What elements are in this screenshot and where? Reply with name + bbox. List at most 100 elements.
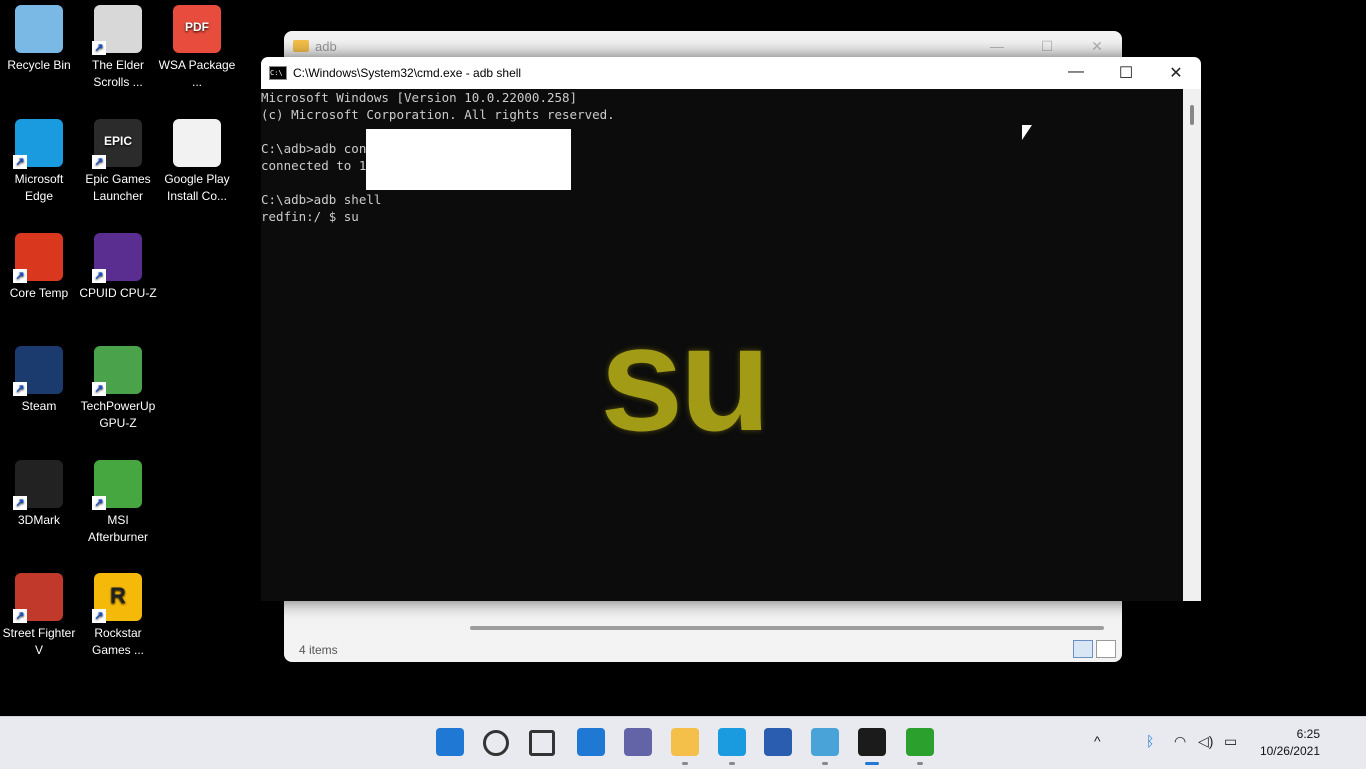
taskbar-notepad-icon[interactable] <box>811 728 839 756</box>
taskbar-edge-icon[interactable] <box>718 728 746 756</box>
core-temp-icon: ↗ <box>13 233 63 283</box>
bluetooth-icon[interactable]: ᛒ <box>1146 733 1154 749</box>
explorer-title: adb <box>315 38 337 54</box>
desktop-icon-epic-games-launcher[interactable]: EPIC ↗ Epic Games Launcher <box>79 119 157 205</box>
epic-games-launcher-icon: EPIC ↗ <box>92 119 142 169</box>
shortcut-arrow-icon: ↗ <box>13 496 27 510</box>
desktop-icon-label: Recycle Bin <box>7 58 71 72</box>
clock-date: 10/26/2021 <box>1259 744 1320 758</box>
taskbar-task-view-icon[interactable] <box>529 730 555 756</box>
elder-scrolls-icon: ↗ <box>92 5 142 55</box>
shortcut-arrow-icon: ↗ <box>92 41 106 55</box>
desktop-icon-label: TechPowerUp GPU-Z <box>80 399 156 430</box>
taskbar-terminal-icon[interactable] <box>858 728 886 756</box>
shortcut-arrow-icon: ↗ <box>92 382 106 396</box>
shortcut-arrow-icon: ↗ <box>13 155 27 169</box>
epic-games-launcher-glyph: EPIC <box>103 134 132 148</box>
desktop-icon-label: WSA Package ... <box>158 58 236 89</box>
desktop-icon-street-fighter-v[interactable]: ↗ Street Fighter V <box>0 573 78 659</box>
shortcut-arrow-icon: ↗ <box>92 269 106 283</box>
running-indicator <box>917 762 923 765</box>
desktop-icon-cpuid-cpu-z[interactable]: ↗ CPUID CPU-Z <box>79 233 157 302</box>
wifi-icon[interactable]: ◠ <box>1174 733 1186 750</box>
google-play-install-icon <box>173 119 221 167</box>
techpowerup-gpu-z-icon: ↗ <box>92 346 142 396</box>
desktop-icon-elder-scrolls[interactable]: ↗ The Elder Scrolls ... <box>79 5 157 91</box>
shortcut-arrow-icon: ↗ <box>13 609 27 623</box>
desktop-icon-label: Steam <box>21 399 57 413</box>
desktop-icon-steam[interactable]: ↗ Steam <box>0 346 78 415</box>
desktop-icon-core-temp[interactable]: ↗ Core Temp <box>0 233 78 302</box>
street-fighter-v-icon: ↗ <box>13 573 63 623</box>
battery-icon[interactable]: ▭ <box>1224 733 1237 750</box>
taskbar-android-icon[interactable] <box>906 728 934 756</box>
redaction-box <box>366 129 571 190</box>
desktop-icon-label: Street Fighter V <box>2 626 76 657</box>
console-line: C:\adb>adb shell <box>261 192 382 207</box>
explorer-maximize-button[interactable]: ☐ <box>1022 38 1072 55</box>
cmd-title: C:\Windows\System32\cmd.exe - adb shell <box>293 66 522 80</box>
rockstar-games-glyph: R <box>110 583 126 608</box>
console-line: (c) Microsoft Corporation. All rights re… <box>261 107 615 122</box>
desktop-icon-label: Microsoft Edge <box>14 172 64 203</box>
desktop-icon-label: Core Temp <box>9 286 69 300</box>
desktop-icon-label: MSI Afterburner <box>87 513 149 544</box>
taskbar-widgets-icon[interactable] <box>577 728 605 756</box>
desktop-icon-label: The Elder Scrolls ... <box>91 58 145 89</box>
large-icons-view-button[interactable] <box>1096 640 1116 658</box>
cmd-close-button[interactable]: ✕ <box>1151 63 1201 83</box>
taskbar-start-icon[interactable] <box>436 728 464 756</box>
rockstar-games-icon: R ↗ <box>92 573 142 623</box>
taskbar: ^ ᛒ ◠ ◁) ▭ 6:25 10/26/2021 <box>0 716 1366 769</box>
desktop-icon-label: Google Play Install Co... <box>164 172 230 203</box>
taskbar-file-explorer-icon[interactable] <box>671 728 699 756</box>
clock[interactable]: 6:25 10/26/2021 <box>1260 726 1320 760</box>
shortcut-arrow-icon: ↗ <box>92 609 106 623</box>
msi-afterburner-icon: ↗ <box>92 460 142 510</box>
cmd-minimize-button[interactable]: — <box>1051 63 1101 83</box>
overlay-caption: su <box>600 294 771 462</box>
cmd-icon: C:\ <box>269 66 287 80</box>
desktop-icon-wsa-package[interactable]: PDF WSA Package ... <box>158 5 236 91</box>
desktop-icon-rockstar-games[interactable]: R ↗ Rockstar Games ... <box>79 573 157 659</box>
explorer-close-button[interactable]: ✕ <box>1072 38 1122 55</box>
cpuid-cpu-z-icon: ↗ <box>92 233 142 283</box>
desktop-icon-techpowerup-gpu-z[interactable]: ↗ TechPowerUp GPU-Z <box>79 346 157 432</box>
shortcut-arrow-icon: ↗ <box>92 155 106 169</box>
recycle-bin-icon <box>15 5 63 53</box>
volume-icon[interactable]: ◁) <box>1198 733 1213 750</box>
desktop-icon-3dmark[interactable]: ↗ 3DMark <box>0 460 78 529</box>
console-line: redfin:/ $ su <box>261 209 359 224</box>
running-indicator <box>822 762 828 765</box>
shortcut-arrow-icon: ↗ <box>13 382 27 396</box>
desktop-icon-microsoft-edge[interactable]: ↗ Microsoft Edge <box>0 119 78 205</box>
desktop-icon-google-play-install[interactable]: Google Play Install Co... <box>158 119 236 205</box>
desktop-icon-recycle-bin[interactable]: Recycle Bin <box>0 5 78 74</box>
taskbar-search-icon[interactable] <box>483 730 509 756</box>
item-count: 4 items <box>299 643 338 657</box>
details-view-button[interactable] <box>1073 640 1093 658</box>
taskbar-store-icon[interactable] <box>764 728 792 756</box>
vertical-scrollbar[interactable] <box>1183 89 1201 601</box>
chevron-up-icon[interactable]: ^ <box>1094 733 1101 749</box>
steam-icon: ↗ <box>13 346 63 396</box>
mouse-cursor-icon <box>1022 125 1032 140</box>
running-indicator <box>865 762 879 765</box>
horizontal-scrollbar[interactable] <box>470 626 1104 630</box>
desktop-icon-label: CPUID CPU-Z <box>79 286 157 300</box>
microsoft-edge-icon: ↗ <box>13 119 63 169</box>
cmd-titlebar[interactable]: C:\ C:\Windows\System32\cmd.exe - adb sh… <box>261 57 1201 89</box>
shortcut-arrow-icon: ↗ <box>92 496 106 510</box>
explorer-minimize-button[interactable]: — <box>972 38 1022 55</box>
wsa-package-icon: PDF <box>173 5 221 53</box>
taskbar-chat-icon[interactable] <box>624 728 652 756</box>
cmd-maximize-button[interactable]: ☐ <box>1101 63 1151 83</box>
running-indicator <box>729 762 735 765</box>
desktop-icon-label: Rockstar Games ... <box>91 626 144 657</box>
clock-time: 6:25 <box>1296 727 1320 741</box>
desktop-icon-msi-afterburner[interactable]: ↗ MSI Afterburner <box>79 460 157 546</box>
running-indicator <box>682 762 688 765</box>
console-line: Microsoft Windows [Version 10.0.22000.25… <box>261 90 578 105</box>
scroll-thumb[interactable] <box>1190 105 1194 125</box>
desktop-icon-label: 3DMark <box>17 513 60 527</box>
